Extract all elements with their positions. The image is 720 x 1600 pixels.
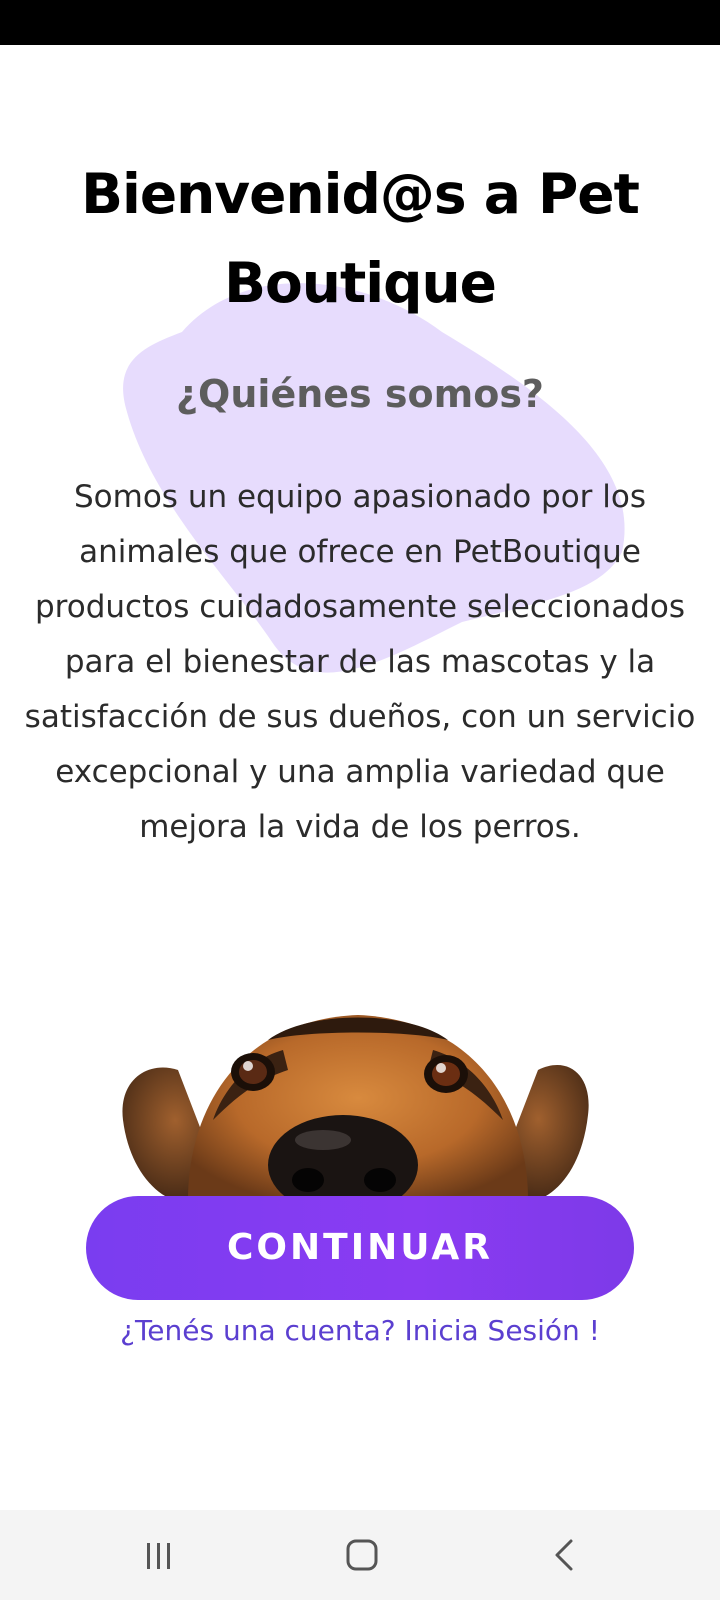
page-title: Bienvenid@s a Pet Boutique [81, 162, 640, 315]
navigation-bar [0, 1510, 720, 1600]
back-icon[interactable] [515, 1510, 615, 1600]
about-description: Somos un equipo apasionado por los anima… [24, 479, 696, 845]
section-subtitle: ¿Quiénes somos? [176, 372, 544, 416]
status-bar [0, 0, 720, 45]
continue-button[interactable]: CONTINUAR [86, 1196, 634, 1300]
dog-image [118, 1000, 598, 1200]
home-icon[interactable] [312, 1510, 412, 1600]
login-link[interactable]: ¿Tenés una cuenta? Inicia Sesión ! [40, 1306, 680, 1356]
recent-apps-icon[interactable] [109, 1510, 209, 1600]
